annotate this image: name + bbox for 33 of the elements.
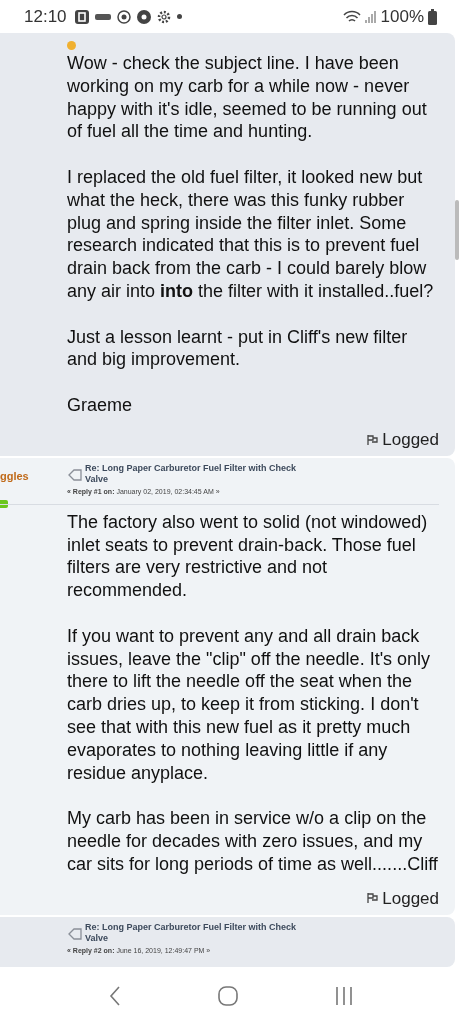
logged-label: Logged (382, 428, 439, 451)
wifi-icon (342, 9, 361, 24)
battery-icon (428, 8, 437, 25)
topic-icon (68, 469, 82, 482)
back-icon[interactable] (108, 986, 121, 1006)
status-badge (0, 500, 8, 509)
post-paragraph: The factory also went to solid (not windowed) inlet seats to prevent drain-back. Those fuel filters are very restrictive and not recommended. (67, 510, 429, 602)
settings-icon (156, 9, 171, 24)
logged-label: Logged (382, 887, 439, 910)
app-icon (94, 12, 111, 21)
post-paragraph: Wow - check the subject line. I have been working on my carb for a while now - never happy with it's idle, seemed to be running out of fuel all the time and hunting. (67, 52, 428, 144)
recents-icon[interactable] (334, 987, 353, 1005)
username[interactable]: ggles (0, 468, 29, 485)
topic-icon (68, 928, 82, 940)
flag-icon (367, 434, 379, 445)
clock: 12:10 (24, 5, 67, 28)
scrollbar[interactable] (455, 200, 459, 260)
post-paragraph: I replaced the old fuel filter, it looked new but what the heck, there was this funky rubber plug and spring inside the filter inlet. Some research indicated that this is to prevent fuel drain back from the carb - I could barely blow any air into into the filter with it installed..fuel? (67, 166, 435, 303)
aperture-icon (136, 9, 151, 24)
flag-icon (367, 893, 379, 904)
subject-link[interactable]: Re: Long Paper Carburetor Fuel Filter with Check Valve (67, 463, 307, 486)
dot-icon (176, 14, 182, 19)
battery-level: 100% (380, 5, 424, 28)
subject-link[interactable]: Re: Long Paper Carburetor Fuel Filter with Check Valve (67, 922, 307, 944)
home-icon[interactable] (217, 986, 238, 1006)
post-paragraph: Just a lesson learnt - put in Cliff's new filter and big improvement. (67, 325, 409, 372)
app-icon (74, 9, 89, 24)
signal-icon (364, 10, 377, 23)
smiley-icon (67, 41, 76, 50)
post-paragraph: My carb has been in service w/o a clip on the needle for decades with zero issues, and my car sits for long periods of time as well.......Cliff (67, 807, 439, 876)
target-icon (116, 9, 131, 24)
post-paragraph: Graeme (67, 393, 134, 417)
post-paragraph: If you want to prevent any and all drain back issues, leave the "clip" off the needle. It's only there to lift the needle off the seat when the carb dries up, to keep it from sticking. I don't see that with this new fuel as it pretty much evaporates to nothing leaving little if any residue anyplace. (67, 624, 432, 785)
